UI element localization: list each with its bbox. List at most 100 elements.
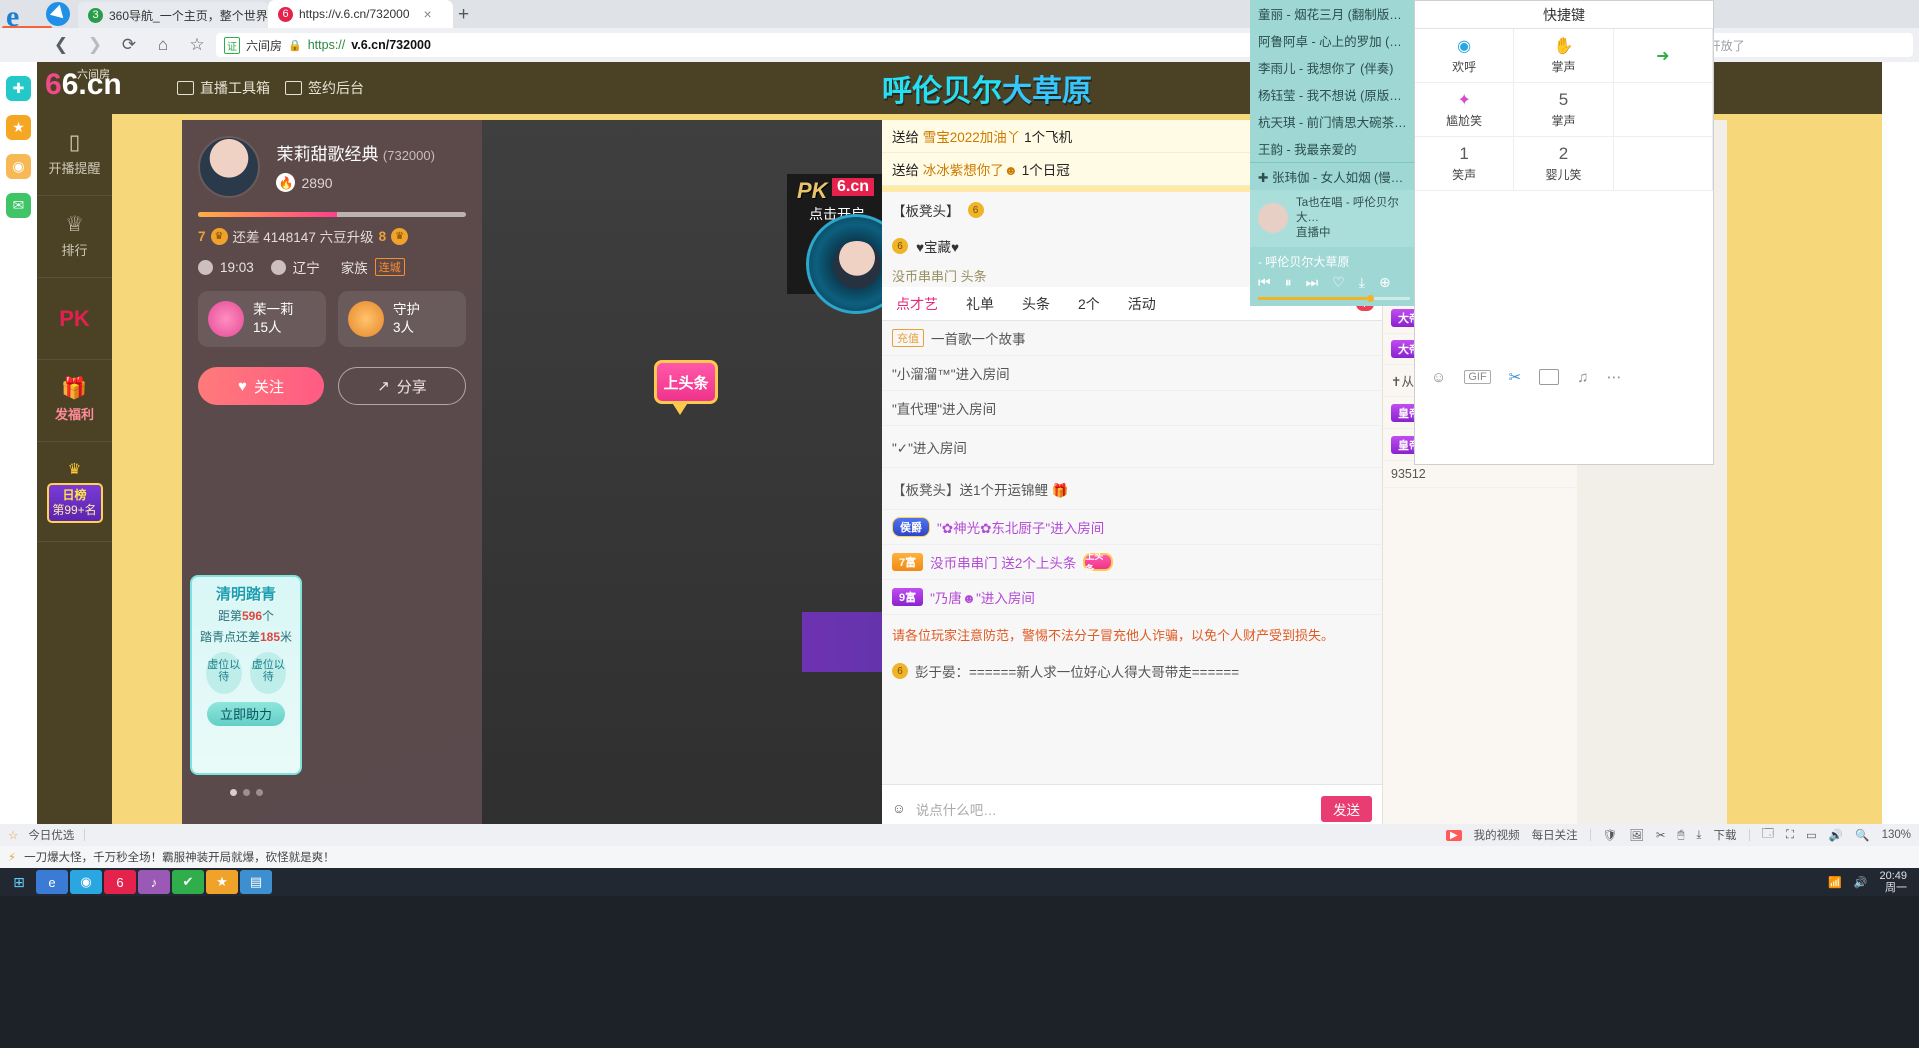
gif-icon[interactable]: GIF xyxy=(1464,370,1491,384)
toolbox-button[interactable]: 直播工具箱 xyxy=(177,74,270,102)
taskbar-app-1[interactable]: e xyxy=(36,870,68,894)
weibo-icon[interactable]: ◉ xyxy=(6,154,31,179)
next-icon[interactable]: ⏭ xyxy=(1306,274,1319,291)
more-icon[interactable]: ⊕ xyxy=(1379,274,1391,291)
taskbar-app-5[interactable]: ✔ xyxy=(172,870,204,894)
hotkey-extra-2[interactable] xyxy=(1613,83,1713,137)
start-button[interactable]: ⊞ xyxy=(4,870,34,894)
contract-button[interactable]: 签约后台 xyxy=(285,74,364,102)
playlist-add-item[interactable]: ✚ 张玮伽 - 女人如烟 (慢摇版) xyxy=(1250,162,1418,190)
home-icon[interactable]: ⌂ xyxy=(146,31,180,59)
compass-icon[interactable] xyxy=(46,2,70,26)
playlist-item[interactable]: 杭天琪 - 前门情思大碗茶 (… xyxy=(1250,108,1418,135)
site-logo[interactable]: 66.cn 六间房 xyxy=(45,68,122,102)
favorites-star-icon[interactable]: ★ xyxy=(6,115,31,140)
promo-help-button[interactable]: 立即助力 xyxy=(207,701,285,726)
hotkey-5[interactable]: 5 掌声 xyxy=(1514,83,1614,137)
pause-icon[interactable]: ⏸ xyxy=(1285,274,1292,291)
dot[interactable] xyxy=(229,789,237,796)
chat-input[interactable]: 说点什么吧… xyxy=(916,799,1311,819)
sidebar-item-broadcast-reminder[interactable]: ▯ 开播提醒 xyxy=(37,114,112,196)
hotkey-2[interactable]: 2 婴儿笑 xyxy=(1514,137,1614,191)
music-icon[interactable]: ♫ xyxy=(1577,369,1588,386)
sidebar-item-welfare[interactable]: 🎁 发福利 xyxy=(37,360,112,442)
playlist-item[interactable]: 李雨儿 - 我想你了 (伴奏) xyxy=(1250,54,1418,81)
video-player[interactable]: PK 6.cn 手机 点击开启 上头条 ★ 上上签 ★ 开 运 xyxy=(482,120,1292,832)
qq-icon[interactable]: ✚ xyxy=(6,76,31,101)
share-button[interactable]: ↗ 分享 xyxy=(338,367,466,406)
hotkey-clap[interactable]: ✋ 掌声 xyxy=(1514,29,1614,83)
dot[interactable] xyxy=(242,789,250,796)
ad-text[interactable]: 一刀爆大怪，千万秒全场！霸服神装开局就爆，砍怪就是爽！ xyxy=(24,849,335,865)
sidebar-item-daily-rank[interactable]: ♛ 日榜 第99+名 xyxy=(37,442,112,542)
playlist-item[interactable]: 阿鲁阿卓 - 心上的罗加 (原版伴… xyxy=(1250,27,1418,54)
playlist-item[interactable]: 王韵 - 我最亲爱的 xyxy=(1250,135,1418,162)
volume-icon[interactable]: 🔊 xyxy=(1829,828,1843,842)
window-icon[interactable]: 🗔 xyxy=(1762,826,1774,845)
emoji-icon[interactable]: ☺ xyxy=(1431,369,1446,386)
split-icon[interactable]: ▭ xyxy=(1806,828,1817,842)
download-label[interactable]: 下载 xyxy=(1714,827,1737,843)
playlist-item[interactable]: 童丽 - 烟花三月 (翻制版伴奏) xyxy=(1250,0,1418,27)
daily-follow-label[interactable]: 每日关注 xyxy=(1532,827,1578,843)
progress-slider[interactable] xyxy=(1258,294,1410,302)
guard-card[interactable]: 守护 3人 xyxy=(338,291,466,348)
tab-count[interactable]: 2个 xyxy=(1064,294,1114,314)
hotkey-cheer[interactable]: ◉ 欢呼 xyxy=(1415,29,1515,83)
back-icon[interactable]: ❮ xyxy=(44,31,78,59)
hotkey-3[interactable] xyxy=(1613,137,1713,191)
screenshot-icon[interactable]: ✂ xyxy=(1656,828,1666,842)
dot[interactable] xyxy=(255,789,263,796)
today-selection-label[interactable]: 今日优选 xyxy=(28,827,74,843)
prev-icon[interactable]: ⏮ xyxy=(1258,274,1271,291)
new-tab-button[interactable]: + xyxy=(458,4,469,26)
recharge-badge[interactable]: 充值 xyxy=(892,329,924,347)
tray-network-icon[interactable]: 📶 xyxy=(1828,876,1842,889)
tab-0[interactable]: 3 360导航_一个主页，整个世界 xyxy=(78,2,268,28)
playlist-item[interactable]: 杨钰莹 - 我不想说 (原版伴奏) xyxy=(1250,81,1418,108)
mouse-icon[interactable]: 🖱 xyxy=(1678,829,1685,842)
emoji-icon[interactable]: ☺ xyxy=(892,801,906,816)
scissors-icon[interactable]: ✂ xyxy=(1509,368,1522,386)
promo-slot-0[interactable]: 虚位以待 xyxy=(205,651,242,694)
shield-icon[interactable]: 🛡 xyxy=(1603,828,1618,842)
close-icon[interactable]: × xyxy=(424,6,432,22)
my-video-label[interactable]: 我的视频 xyxy=(1474,827,1520,843)
taskbar-app-3[interactable]: 6 xyxy=(104,870,136,894)
promo-card[interactable]: 清明踏青 距第596个 踏青点还差185米 虚位以待 虚位以待 立即助力 xyxy=(190,575,302,775)
hotkey-panel[interactable]: 快捷键 ◉ 欢呼 ✋ 掌声 ➜ ✦ 尴尬笑 5 掌声 1 笑声 2 婴儿笑 ☺ … xyxy=(1414,0,1714,465)
tab-headline[interactable]: 头条 xyxy=(1008,294,1064,314)
sidebar-item-ranking[interactable]: ♕ 排行 xyxy=(37,196,112,278)
hotkey-extra-1[interactable]: ➜ xyxy=(1613,29,1713,83)
bookmark-star-icon[interactable]: ☆ xyxy=(180,31,214,59)
sidebar-item-pk[interactable]: PK xyxy=(37,278,112,360)
tab-giftlist[interactable]: 礼单 xyxy=(952,294,1008,314)
now-playing-card[interactable]: Ta也在唱 - 呼伦贝尔大… 直播中 xyxy=(1250,190,1418,247)
follow-button[interactable]: ♥ 关注 xyxy=(198,367,324,406)
avatar[interactable] xyxy=(198,136,260,198)
tray-volume-icon[interactable]: 🔊 xyxy=(1854,876,1868,889)
headline-badge-left[interactable]: 上头条 xyxy=(654,360,718,415)
taskbar-app-2[interactable]: ◉ xyxy=(70,870,102,894)
hotkey-1[interactable]: 1 笑声 xyxy=(1415,137,1515,191)
taskbar-clock[interactable]: 20:49 周一 xyxy=(1879,870,1907,894)
reload-icon[interactable]: ⟳ xyxy=(112,31,146,59)
mail-icon[interactable]: ✉ xyxy=(6,193,31,218)
zoom-icon[interactable]: 🔍 xyxy=(1855,828,1869,842)
tab-1[interactable]: 6 https://v.6.cn/732000 × xyxy=(268,0,453,28)
music-player-window[interactable]: 童丽 - 烟花三月 (翻制版伴奏) 阿鲁阿卓 - 心上的罗加 (原版伴… 李雨儿… xyxy=(1250,0,1418,306)
download-icon[interactable]: ⤓ xyxy=(1696,829,1701,842)
send-button[interactable]: 发送 xyxy=(1321,795,1372,822)
family-name[interactable]: 连城 xyxy=(374,258,405,276)
taskbar-app-7[interactable]: ▤ xyxy=(240,870,272,894)
tab-activity[interactable]: 活动 xyxy=(1114,294,1170,314)
download-icon[interactable]: ⤓ xyxy=(1359,274,1365,291)
fullscreen-icon[interactable]: ⛶ xyxy=(1786,829,1794,842)
heart-icon[interactable]: ♡ xyxy=(1332,274,1345,291)
fanclub-card[interactable]: 茉一莉 15人 xyxy=(198,291,326,348)
more-icon[interactable]: ⋯ xyxy=(1607,368,1622,386)
folder-icon[interactable] xyxy=(1539,369,1560,385)
hotkey-awkward[interactable]: ✦ 尴尬笑 xyxy=(1415,83,1515,137)
image-icon[interactable]: 🖼 xyxy=(1629,828,1644,842)
zoom-level[interactable]: 130% xyxy=(1882,829,1911,841)
